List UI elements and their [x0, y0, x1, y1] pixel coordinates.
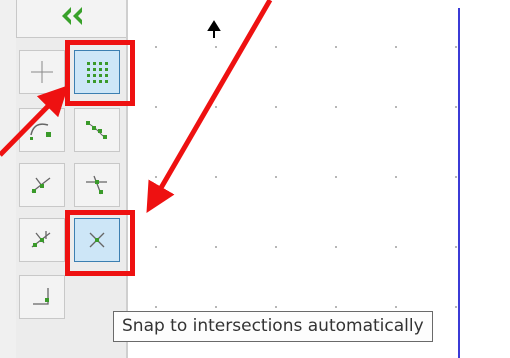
grid-dot: [335, 46, 337, 48]
grid-dot: [215, 46, 217, 48]
grid-dot: [215, 306, 217, 308]
grid-dot: [215, 246, 217, 248]
grid-dot: [335, 246, 337, 248]
corner-snap-button[interactable]: [19, 275, 65, 319]
crosshair-icon: [30, 60, 54, 84]
highlight-intersection-snap: [65, 210, 135, 276]
midpoint-snap-button[interactable]: [74, 163, 120, 207]
grid-dot: [155, 106, 157, 108]
grid-dot: [215, 176, 217, 178]
grid-dot: [275, 46, 277, 48]
cross-snap-icon: [28, 227, 56, 253]
path-snap-button[interactable]: [19, 163, 65, 207]
grid-dot: [335, 176, 337, 178]
crosshair-button[interactable]: [19, 50, 65, 94]
grid-dot: [215, 106, 217, 108]
double-chevron-left-icon: [59, 4, 85, 28]
tooltip: Snap to intersections automatically: [113, 311, 433, 342]
cross-snap-button[interactable]: [19, 218, 65, 262]
grid-dot: [275, 246, 277, 248]
node-snap-icon: [83, 117, 111, 143]
highlight-grid-snap: [65, 40, 135, 106]
grid-dot: [395, 106, 397, 108]
guide-line: [458, 8, 460, 358]
grid-dot: [455, 176, 457, 178]
corner-snap-icon: [28, 284, 56, 310]
curve-snap-button[interactable]: [19, 108, 65, 152]
grid-dot: [275, 106, 277, 108]
grid-dot: [455, 306, 457, 308]
node-snap-button[interactable]: [74, 108, 120, 152]
grid-dot: [155, 246, 157, 248]
grid-dot: [395, 176, 397, 178]
grid-dot: [455, 46, 457, 48]
grid-dot: [155, 176, 157, 178]
grid-dot: [335, 306, 337, 308]
collapse-toolbar-button[interactable]: [16, 0, 128, 38]
grid-dot: [275, 306, 277, 308]
grid-dot: [155, 46, 157, 48]
tooltip-text: Snap to intersections automatically: [122, 316, 424, 336]
grid-dot: [395, 306, 397, 308]
grid-dot: [155, 306, 157, 308]
grid-dot: [455, 246, 457, 248]
left-panel-edge: [0, 0, 16, 358]
midpoint-snap-icon: [83, 172, 111, 198]
grid-dot: [335, 106, 337, 108]
grid-dot: [275, 176, 277, 178]
path-snap-icon: [28, 172, 56, 198]
grid-dot: [395, 246, 397, 248]
drawing-canvas[interactable]: [128, 0, 510, 358]
curve-snap-icon: [28, 117, 56, 143]
grid-dot: [395, 46, 397, 48]
grid-dot: [455, 106, 457, 108]
